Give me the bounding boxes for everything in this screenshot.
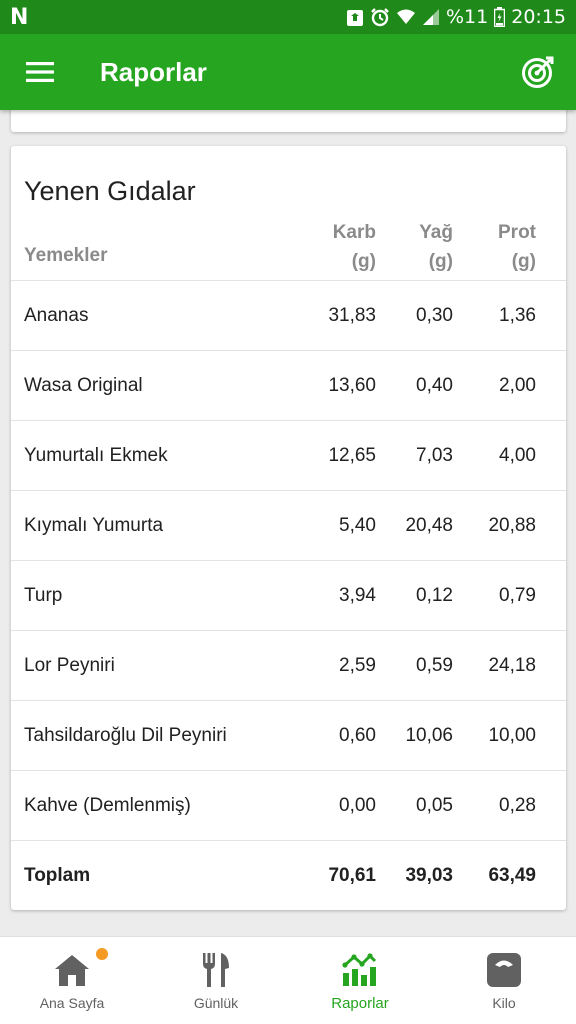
target-icon bbox=[522, 56, 554, 88]
nav-label-reports: Raporlar bbox=[331, 995, 389, 1012]
fork-knife-icon bbox=[201, 951, 231, 989]
table-row: Wasa Original 13,60 0,40 2,00 bbox=[11, 350, 566, 420]
fat-value: 0,59 bbox=[416, 654, 453, 676]
nav-label-weight: Kilo bbox=[492, 995, 516, 1011]
wifi-icon bbox=[396, 8, 416, 26]
fat-header-label: Yağ bbox=[419, 222, 453, 243]
table-row: Ananas 31,83 0,30 1,36 bbox=[11, 280, 566, 350]
table-row: Turp 3,94 0,12 0,79 bbox=[11, 560, 566, 630]
fat-value: 0,30 bbox=[416, 304, 453, 326]
prot-value: 2,00 bbox=[499, 374, 536, 396]
nav-item-reports[interactable]: Raporlar bbox=[288, 937, 432, 1024]
total-row: Toplam 70,61 39,03 63,49 bbox=[11, 840, 566, 910]
food-name: Turp bbox=[24, 584, 63, 606]
nav-item-weight[interactable]: Kilo bbox=[432, 937, 576, 1024]
prot-value: 0,28 bbox=[499, 794, 536, 816]
eaten-foods-card: Yenen Gıdalar Yemekler Karb (g) Yağ (g) … bbox=[11, 146, 566, 910]
card-title: Yenen Gıdalar bbox=[24, 176, 196, 206]
nav-item-home[interactable]: Ana Sayfa bbox=[0, 937, 144, 1024]
prot-value: 10,00 bbox=[488, 724, 536, 746]
food-name: Tahsildaroğlu Dil Peyniri bbox=[24, 724, 227, 746]
table-row: Kahve (Demlenmiş) 0,00 0,05 0,28 bbox=[11, 770, 566, 840]
fat-value: 7,03 bbox=[416, 444, 453, 466]
battery-percent: %11 bbox=[446, 6, 489, 28]
food-name: Ananas bbox=[24, 304, 89, 326]
food-table-body: Ananas 31,83 0,30 1,36 Wasa Original 13,… bbox=[11, 280, 566, 910]
fat-header-unit: (g) bbox=[428, 251, 453, 272]
home-icon bbox=[53, 951, 91, 989]
hamburger-menu-icon bbox=[26, 62, 54, 82]
food-name: Wasa Original bbox=[24, 374, 143, 396]
food-name: Yumurtalı Ekmek bbox=[24, 444, 168, 466]
fat-value: 0,05 bbox=[416, 794, 453, 816]
fat-value: 10,06 bbox=[405, 724, 453, 746]
food-name: Lor Peyniri bbox=[24, 654, 115, 676]
column-header-fat: Yağ (g) bbox=[363, 218, 453, 276]
nav-label-home: Ana Sayfa bbox=[39, 995, 105, 1011]
prot-value: 1,36 bbox=[499, 304, 536, 326]
goals-button[interactable] bbox=[500, 34, 576, 110]
food-name: Kahve (Demlenmiş) bbox=[24, 794, 191, 816]
menu-button[interactable] bbox=[2, 34, 78, 110]
prot-header-unit: (g) bbox=[511, 251, 536, 272]
prot-value: 20,88 bbox=[488, 514, 536, 536]
page-title: Raporlar bbox=[100, 56, 207, 87]
notification-app-icon: N bbox=[10, 4, 29, 30]
scale-icon bbox=[486, 951, 522, 989]
fat-value: 20,48 bbox=[405, 514, 453, 536]
battery-icon bbox=[494, 7, 506, 27]
table-row: Lor Peyniri 2,59 0,59 24,18 bbox=[11, 630, 566, 700]
food-name: Kıymalı Yumurta bbox=[24, 514, 164, 536]
nav-item-diary[interactable]: Günlük bbox=[144, 937, 288, 1024]
column-header-foods: Yemekler bbox=[24, 245, 108, 266]
table-row: Yumurtalı Ekmek 12,65 7,03 4,00 bbox=[11, 420, 566, 490]
clock-time: 20:15 bbox=[511, 6, 566, 28]
total-fat-value: 39,03 bbox=[405, 864, 453, 886]
fat-value: 0,40 bbox=[416, 374, 453, 396]
status-icons: %11 20:15 bbox=[346, 6, 566, 28]
app-bar: Raporlar bbox=[0, 34, 576, 110]
total-label: Toplam bbox=[24, 864, 91, 886]
status-bar: N %11 20:15 bbox=[0, 0, 576, 34]
notification-badge bbox=[96, 948, 108, 960]
alarm-icon bbox=[370, 7, 390, 27]
fat-value: 0,12 bbox=[416, 584, 453, 606]
nav-label-diary: Günlük bbox=[193, 995, 239, 1011]
chart-icon bbox=[342, 951, 378, 989]
prot-value: 4,00 bbox=[499, 444, 536, 466]
signal-icon bbox=[422, 8, 440, 26]
table-row: Kıymalı Yumurta 5,40 20,48 20,88 bbox=[11, 490, 566, 560]
table-row: Tahsildaroğlu Dil Peyniri 0,60 10,06 10,… bbox=[11, 700, 566, 770]
prot-value: 24,18 bbox=[488, 654, 536, 676]
prot-header-label: Prot bbox=[498, 222, 536, 243]
total-prot-value: 63,49 bbox=[488, 864, 536, 886]
recycle-icon bbox=[346, 7, 364, 27]
prot-value: 0,79 bbox=[499, 584, 536, 606]
column-header-prot: Prot (g) bbox=[446, 218, 536, 276]
bottom-navigation: Ana Sayfa Günlük Raporlar Kilo bbox=[0, 936, 576, 1024]
